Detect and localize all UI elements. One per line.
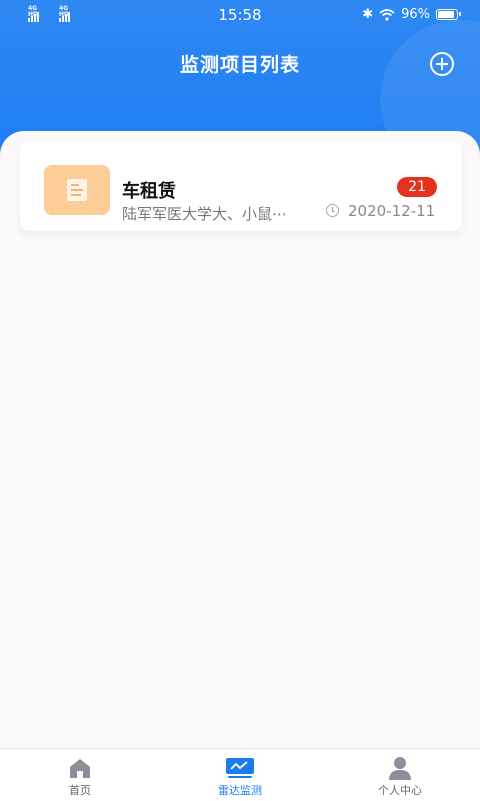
bluetooth-icon: ✱: [362, 7, 374, 22]
document-icon: [67, 179, 87, 201]
battery-fill: [438, 11, 455, 18]
tab-label: 雷达监测: [218, 784, 262, 797]
project-icon: [44, 165, 110, 215]
user-icon: [389, 757, 411, 780]
project-card[interactable]: 车租赁 陆军军医大学大、小鼠⋯ 21 2020-12-11: [20, 141, 462, 231]
tab-bar: 首页 雷达监测 个人中心: [0, 748, 480, 801]
project-name: 车租赁: [122, 181, 176, 202]
project-date: 2020-12-11: [348, 202, 436, 220]
project-list: 车租赁 陆军军医大学大、小鼠⋯ 21 2020-12-11: [0, 131, 480, 751]
tab-home[interactable]: 首页: [0, 749, 160, 801]
home-icon: [70, 759, 90, 778]
tab-radar[interactable]: 雷达监测: [160, 749, 320, 801]
count-badge: 21: [397, 177, 437, 197]
page-title: 监测项目列表: [179, 54, 300, 76]
tab-label: 首页: [69, 784, 91, 797]
battery-percent: 96%: [401, 7, 430, 22]
project-subtitle: 陆军军医大学大、小鼠⋯: [122, 205, 288, 223]
battery-icon: [436, 9, 461, 20]
wifi-icon: [379, 8, 395, 21]
clock-icon: [326, 204, 339, 217]
status-bar: 4G HD 4G HD 15:58 ✱ 96%: [0, 0, 480, 30]
status-right: ✱ 96%: [362, 7, 461, 22]
tab-label: 个人中心: [378, 784, 422, 797]
plus-circle-icon[interactable]: [430, 52, 454, 76]
tab-profile[interactable]: 个人中心: [320, 749, 480, 801]
radar-monitor-icon: [226, 758, 254, 778]
